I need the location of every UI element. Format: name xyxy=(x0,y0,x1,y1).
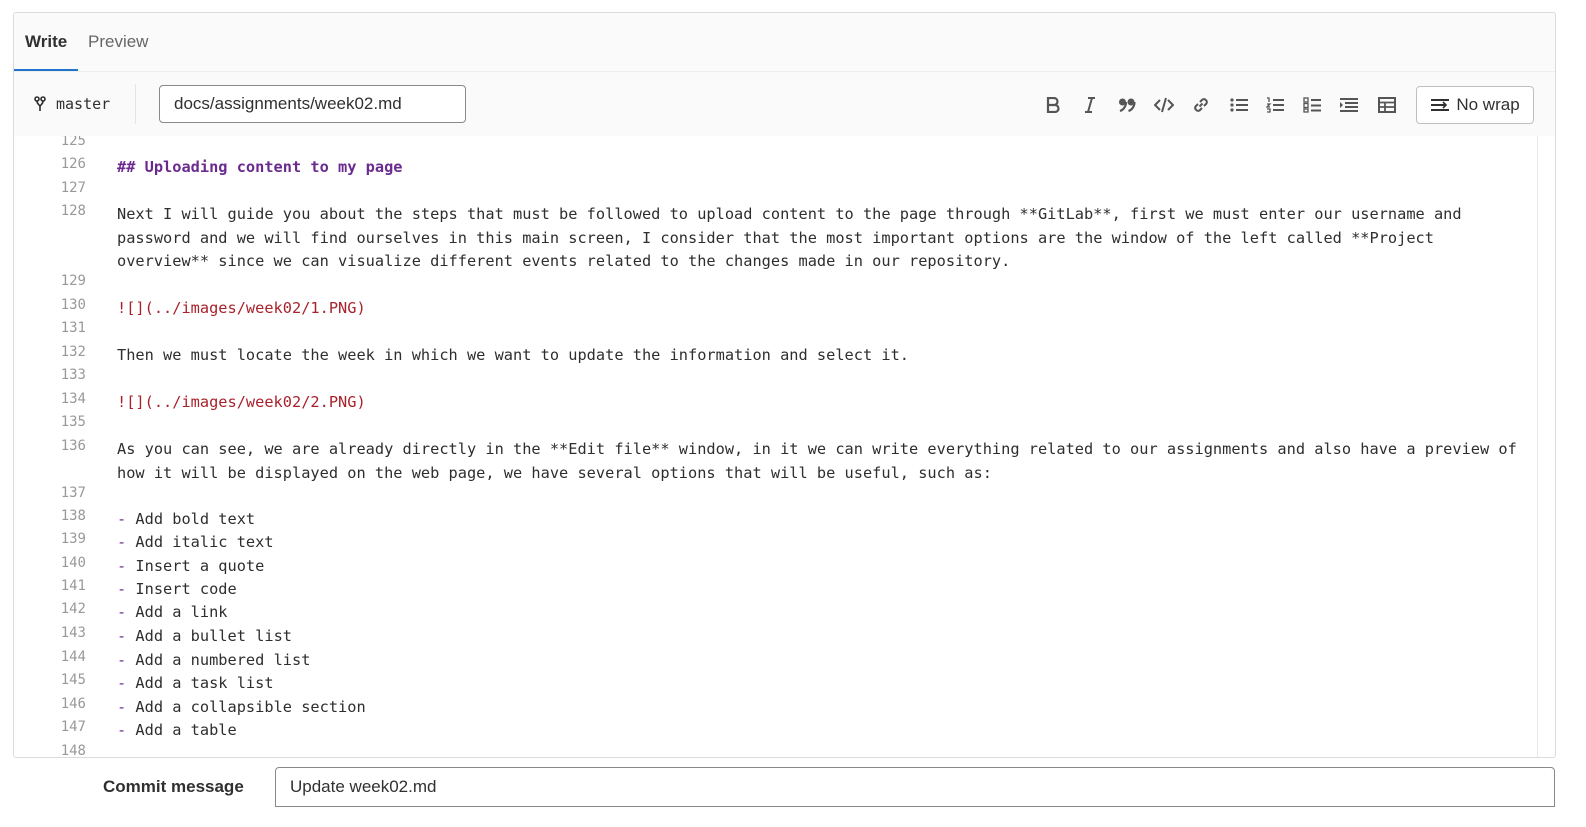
bold-icon[interactable] xyxy=(1042,94,1064,116)
italic-icon[interactable] xyxy=(1079,94,1101,116)
list-item-text: Insert code xyxy=(135,580,237,598)
editor-scrollbar[interactable] xyxy=(1537,136,1555,757)
list-item-text: Add italic text xyxy=(135,533,274,551)
file-path-input[interactable] xyxy=(159,85,466,123)
list-item-text: Insert a quote xyxy=(135,557,265,575)
bullet-list-icon[interactable] xyxy=(1228,94,1250,116)
line-text: ## Uploading content to my page xyxy=(117,158,403,176)
line-number: 142 xyxy=(60,601,86,617)
code-editor[interactable]: 125 126 ## Uploading content to my page 127… xyxy=(14,136,1537,757)
line-number: 136 xyxy=(60,438,86,454)
table-icon[interactable] xyxy=(1376,94,1398,116)
line-text: Next I will guide you about the steps th… xyxy=(117,205,1471,270)
list-marker: - xyxy=(117,721,136,739)
line-number: 139 xyxy=(60,531,86,547)
branch-indicator: master xyxy=(34,94,110,114)
line-text: - Add a link xyxy=(117,601,1517,625)
code-icon[interactable] xyxy=(1153,94,1175,116)
line-number: 125 xyxy=(60,136,86,149)
list-item-text: Add a link xyxy=(135,603,228,621)
list-marker: - xyxy=(117,627,136,645)
list-item-text: Add bold text xyxy=(135,510,256,528)
line-text: - Add italic text xyxy=(117,531,1517,555)
quote-icon[interactable] xyxy=(1116,94,1138,116)
branch-name: master xyxy=(56,95,111,113)
commit-message-label: Commit message xyxy=(103,777,244,796)
list-marker: - xyxy=(117,510,136,528)
line-number: 137 xyxy=(60,485,86,501)
line-number: 144 xyxy=(60,649,86,665)
line-text: Then we must locate the week in which we… xyxy=(117,346,910,364)
toolbar-divider xyxy=(135,84,136,124)
line-text: - Insert a quote xyxy=(117,555,1517,579)
line-number: 138 xyxy=(60,508,86,524)
line-number: 146 xyxy=(60,696,86,712)
line-number: 126 xyxy=(60,156,86,172)
list-marker: - xyxy=(117,651,136,669)
commit-message-input[interactable] xyxy=(275,767,1555,807)
line-number: 127 xyxy=(60,180,86,196)
line-text: - Insert code xyxy=(117,578,1517,602)
tab-preview[interactable]: Preview xyxy=(88,13,148,71)
list-marker: - xyxy=(117,603,136,621)
line-number: 135 xyxy=(60,414,86,430)
line-number: 140 xyxy=(60,555,86,571)
line-text: - Add a bullet list xyxy=(117,625,1517,649)
line-number: 128 xyxy=(60,203,86,219)
line-text: - Add bold text xyxy=(117,508,1517,532)
list-marker: - xyxy=(117,557,136,575)
line-number: 141 xyxy=(60,578,86,594)
line-number: 143 xyxy=(60,625,86,641)
branch-icon xyxy=(34,96,46,111)
line-text: - Add a collapsible section xyxy=(117,696,1517,720)
no-wrap-label: No wrap xyxy=(1456,95,1520,114)
list-marker: - xyxy=(117,580,136,598)
wrap-icon xyxy=(1431,99,1450,111)
line-text: - Add a task list xyxy=(117,672,1517,696)
line-text: ![](../images/week02/1.PNG) xyxy=(117,299,366,317)
line-number: 148 xyxy=(60,743,86,757)
list-item-text: Add a task list xyxy=(135,674,274,692)
link-icon[interactable] xyxy=(1190,94,1212,116)
list-item-text: Add a table xyxy=(135,721,237,739)
list-marker: - xyxy=(117,674,136,692)
no-wrap-button[interactable]: No wrap xyxy=(1416,86,1534,124)
line-number: 134 xyxy=(60,391,86,407)
list-item-text: Add a collapsible section xyxy=(135,698,366,716)
numbered-list-icon[interactable] xyxy=(1264,94,1286,116)
list-item-text: Add a numbered list xyxy=(135,651,311,669)
tab-write[interactable]: Write xyxy=(25,13,67,71)
task-list-icon[interactable] xyxy=(1301,94,1323,116)
line-text: - Add a table xyxy=(117,719,1517,743)
line-number: 147 xyxy=(60,719,86,735)
line-number: 130 xyxy=(60,297,86,313)
file-editor: Write Preview master docs/assignments/we… xyxy=(13,12,1556,758)
list-marker: - xyxy=(117,533,136,551)
line-number: 145 xyxy=(60,672,86,688)
line-number: 133 xyxy=(60,367,86,383)
line-text: ![](../images/week02/2.PNG) xyxy=(117,393,366,411)
line-text: - Add a numbered list xyxy=(117,649,1517,673)
line-number: 131 xyxy=(60,320,86,336)
line-number: 132 xyxy=(60,344,86,360)
editor-toolbar: master docs/assignments/week02.md No wra… xyxy=(14,71,1555,137)
list-marker: - xyxy=(117,698,136,716)
editor-tabs: Write Preview xyxy=(14,13,1555,71)
line-number: 129 xyxy=(60,273,86,289)
collapsible-section-icon[interactable] xyxy=(1338,94,1360,116)
list-item-text: Add a bullet list xyxy=(135,627,292,645)
line-text: As you can see, we are already directly … xyxy=(117,440,1527,482)
